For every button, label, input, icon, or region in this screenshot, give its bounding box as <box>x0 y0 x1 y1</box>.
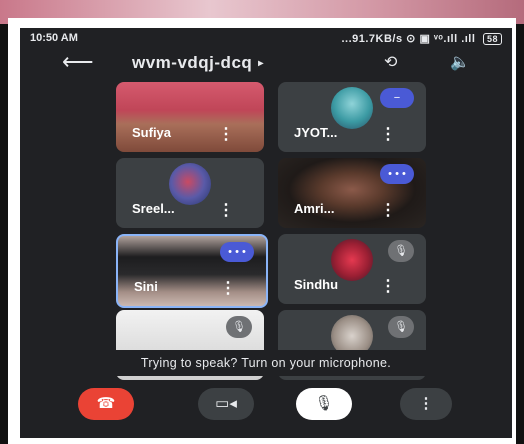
switch-camera-icon[interactable]: ⟲ <box>384 52 397 72</box>
participant-name: Sufiya <box>132 125 172 140</box>
participant-name: JYOT... <box>294 125 338 140</box>
avatar <box>331 239 373 281</box>
battery-icon: 58 <box>482 33 502 45</box>
speaking-indicator: • • • <box>220 242 254 262</box>
more-options-icon[interactable]: ⋮ <box>380 203 396 219</box>
mic-off-icon: 🎙 <box>314 395 334 412</box>
status-right: ...91.7KB/s ⊙ ▣ ᵛᵒ.ıll .ıll 58 <box>341 32 502 45</box>
phone-hangup-icon: ☎ <box>96 395 116 412</box>
mic-prompt-message: Trying to speak? Turn on your microphone… <box>20 350 512 376</box>
mic-off-icon: 🎙 <box>388 240 414 262</box>
more-vert-icon: ⋮ <box>418 395 434 412</box>
mic-off-icon: 🎙 <box>388 316 414 338</box>
participant-name: Sini <box>134 279 158 294</box>
avatar <box>331 87 373 129</box>
camera-toggle-button[interactable]: ▭◂ <box>198 388 254 420</box>
participant-name: Amri... <box>294 201 335 216</box>
meeting-header: ⟵ wvm-vdqj-dcq ▸ ⟲ 🔈 <box>20 50 512 80</box>
participant-tile[interactable]: − JYOT... ⋮ <box>278 82 426 152</box>
participant-tile[interactable]: 🎙 Sindhu ⋮ <box>278 234 426 304</box>
phone-screen: 10:50 AM ...91.7KB/s ⊙ ▣ ᵛᵒ.ıll .ıll 58 … <box>20 28 512 438</box>
status-bar: 10:50 AM ...91.7KB/s ⊙ ▣ ᵛᵒ.ıll .ıll 58 <box>20 28 512 48</box>
participant-tile[interactable]: Sufiya ⋮ <box>116 82 264 152</box>
video-camera-icon: ▭◂ <box>215 395 237 412</box>
end-call-button[interactable]: ☎ <box>78 388 134 420</box>
more-options-icon[interactable]: ⋮ <box>220 281 236 297</box>
status-time: 10:50 AM <box>30 32 78 44</box>
meeting-code-text: wvm-vdqj-dcq <box>132 53 253 72</box>
more-options-button[interactable]: ⋮ <box>400 388 452 420</box>
speaker-icon[interactable]: 🔈 <box>450 52 470 72</box>
speaking-indicator: • • • <box>380 164 414 184</box>
mic-off-icon: 🎙 <box>226 316 252 338</box>
avatar <box>169 163 211 205</box>
more-options-icon[interactable]: ⋮ <box>218 203 234 219</box>
more-options-icon[interactable]: ⋮ <box>380 279 396 295</box>
speaking-indicator: − <box>380 88 414 108</box>
participant-tile[interactable]: • • • Amri... ⋮ <box>278 158 426 228</box>
mic-toggle-button[interactable]: 🎙 <box>296 388 352 420</box>
more-options-icon[interactable]: ⋮ <box>380 127 396 143</box>
participant-name: Sindhu <box>294 277 339 292</box>
meeting-code[interactable]: wvm-vdqj-dcq ▸ <box>132 53 264 73</box>
network-speed: ...91.7KB/s <box>341 33 403 45</box>
more-options-icon[interactable]: ⋮ <box>218 127 234 143</box>
back-arrow-icon[interactable]: ⟵ <box>62 51 94 73</box>
participant-tile[interactable]: • • • Sini ⋮ <box>116 234 268 308</box>
chevron-right-icon: ▸ <box>258 58 264 69</box>
participant-tile[interactable]: Sreel... ⋮ <box>116 158 264 228</box>
participant-name: Sreel... <box>132 201 175 216</box>
signal-icon: ⊙ ▣ ᵛᵒ.ıll .ıll <box>406 33 476 45</box>
